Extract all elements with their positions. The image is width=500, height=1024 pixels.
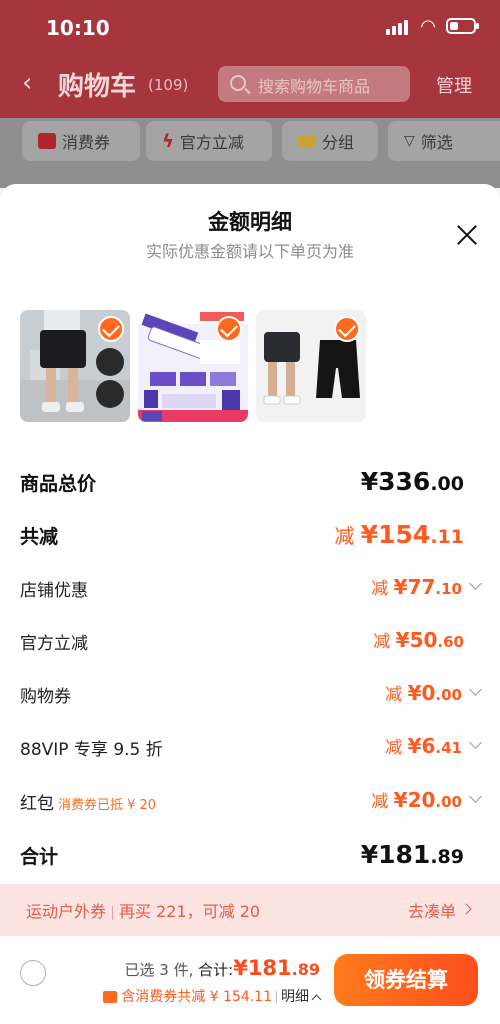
- row-grand-total: 合计 ¥181.89: [20, 840, 480, 870]
- chevron-down-icon: [469, 790, 482, 803]
- cart-count: (109): [148, 76, 189, 94]
- cart-navbar: ‹ 购物车 (109) 搜索购物车商品 管理: [0, 58, 500, 112]
- row-value: ¥181.89: [360, 840, 464, 869]
- selected-count: 已选 3 件,: [124, 961, 194, 979]
- chevron-down-icon: [469, 577, 482, 590]
- promo-message: 再买 221，可减 20: [119, 902, 261, 921]
- folder-icon: [298, 134, 316, 148]
- page-title: 购物车: [58, 72, 137, 102]
- chip-official-reduce[interactable]: ϟ 官方立减: [146, 121, 272, 161]
- row-value: 减 ¥50.60: [373, 628, 464, 652]
- row-label: 合计: [20, 846, 59, 868]
- chip-group[interactable]: 分组: [282, 121, 378, 161]
- signal-icon: [386, 20, 408, 35]
- battery-icon: [446, 18, 479, 34]
- coupon-saving-text: 含消费券共减 ¥ 154.11: [121, 989, 272, 1005]
- black-shorts-image[interactable]: [256, 310, 366, 422]
- manage-button[interactable]: 管理: [436, 72, 472, 98]
- row-red-packet[interactable]: 红包 消费券已抵 ¥ 20 减 ¥20.00: [20, 787, 482, 817]
- chevron-left-icon[interactable]: ‹: [22, 68, 32, 98]
- chip-label: 分组: [322, 133, 355, 152]
- selected-check-icon: [334, 316, 360, 342]
- chip-coupon[interactable]: 消费券: [22, 121, 140, 161]
- promo-bar[interactable]: 运动户外券 再买 221，可减 20 去凑单: [0, 884, 500, 936]
- chevron-right-icon: [460, 903, 472, 915]
- row-label: 购物券: [20, 687, 71, 707]
- status-time: 10:10: [46, 16, 110, 40]
- facial-cleanser-image[interactable]: [138, 310, 248, 422]
- row-label: 共减: [20, 526, 59, 548]
- checkout-footer: 已选 3 件, 合计:¥181.89 含消费券共减 ¥ 154.11 明细 领券结…: [0, 936, 500, 1024]
- lightning-icon: ϟ: [162, 130, 174, 152]
- row-label: 商品总价: [20, 473, 97, 495]
- footer-total: ¥181.89: [233, 956, 320, 980]
- chevron-down-icon: [469, 736, 482, 749]
- promo-action-link[interactable]: 去凑单: [408, 898, 456, 922]
- selected-check-icon: [216, 316, 242, 342]
- search-placeholder: 搜索购物车商品: [258, 77, 371, 96]
- sheet-title: 金额明细: [208, 210, 292, 234]
- chip-label: 消费券: [62, 133, 111, 152]
- row-total-goods: 商品总价 ¥336.00: [20, 467, 480, 497]
- search-icon: [230, 75, 246, 91]
- select-all-radio[interactable]: [20, 960, 46, 986]
- coupon-icon: [103, 991, 118, 1003]
- chip-label: 筛选: [420, 133, 453, 152]
- shorts-on-model-image[interactable]: [20, 310, 130, 422]
- funnel-icon: ▽: [404, 133, 415, 149]
- row-value: 减 ¥154.11: [334, 520, 464, 549]
- chip-label: 官方立减: [179, 133, 244, 152]
- row-label: 88VIP 专享 9.5 折: [20, 740, 163, 760]
- promo-text: 运动户外券 再买 221，可减 20: [26, 898, 260, 922]
- row-value: 减 ¥6.41: [385, 734, 462, 758]
- filter-chip-bar: 消费券 ϟ 官方立减 分组 ▽ 筛选: [0, 118, 500, 188]
- row-label: 红包 消费券已抵 ¥ 20: [20, 794, 157, 814]
- red-packet-hint: 消费券已抵 ¥ 20: [58, 798, 157, 813]
- chip-filter[interactable]: ▽ 筛选: [388, 121, 500, 161]
- footer-summary: 已选 3 件, 合计:¥181.89: [125, 956, 321, 980]
- status-bar: 10:10 ◠: [0, 0, 500, 54]
- row-value: 减 ¥77.10: [371, 575, 462, 599]
- footer-discount-detail[interactable]: 含消费券共减 ¥ 154.11 明细: [103, 986, 322, 1006]
- checkout-button[interactable]: 领券结算: [334, 954, 478, 1006]
- total-label: 合计:: [198, 961, 234, 979]
- price-detail-sheet: 金额明细 实际优惠金额请以下单页为准 商品总价 ¥336.00 共减 减 ¥15…: [0, 184, 500, 1024]
- search-input[interactable]: 搜索购物车商品: [218, 66, 410, 102]
- row-vip-discount[interactable]: 88VIP 专享 9.5 折 减 ¥6.41: [20, 733, 482, 763]
- row-shopping-coupon[interactable]: 购物券 减 ¥0.00: [20, 680, 482, 710]
- selected-check-icon: [98, 316, 124, 342]
- chevron-down-icon: [469, 683, 482, 696]
- row-value: 减 ¥0.00: [385, 681, 462, 705]
- row-official-reduce: 官方立减 减 ¥50.60: [20, 627, 480, 657]
- wifi-icon: ◠: [420, 16, 436, 37]
- coupon-icon: [38, 133, 56, 149]
- row-value: ¥336.00: [360, 467, 464, 496]
- row-label: 店铺优惠: [20, 581, 88, 601]
- chevron-up-icon: [311, 994, 322, 1004]
- close-icon[interactable]: [456, 224, 478, 246]
- row-value: 减 ¥20.00: [371, 788, 462, 812]
- sheet-subtitle: 实际优惠金额请以下单页为准: [145, 242, 354, 261]
- row-total-reduce: 共减 减 ¥154.11: [20, 520, 480, 550]
- promo-tag: 运动户外券: [26, 902, 107, 921]
- row-store-discount[interactable]: 店铺优惠 减 ¥77.10: [20, 574, 482, 604]
- row-label: 官方立减: [20, 634, 88, 654]
- detail-toggle[interactable]: 明细: [281, 989, 309, 1005]
